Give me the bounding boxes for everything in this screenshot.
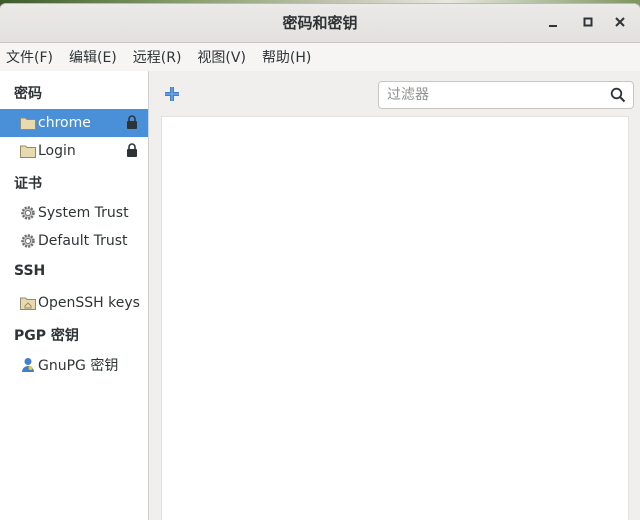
sidebar: 密码 chrome Login 证书 System Trust Default … (0, 71, 149, 520)
menu-edit[interactable]: 编辑(E) (69, 47, 117, 67)
sidebar-item-default-trust[interactable]: Default Trust (0, 227, 148, 255)
item-list[interactable] (161, 116, 629, 520)
sidebar-item-label: Login (38, 143, 76, 159)
add-button[interactable] (163, 85, 183, 105)
filter-input[interactable] (379, 82, 602, 108)
sidebar-item-login[interactable]: Login (0, 137, 148, 165)
person-key-icon (20, 357, 36, 373)
sidebar-item-label: OpenSSH keys (38, 295, 140, 311)
menubar: 文件(F) 编辑(E) 远程(R) 视图(V) 帮助(H) (0, 43, 640, 72)
lock-icon (126, 115, 138, 133)
sidebar-item-label: GnuPG 密钥 (38, 358, 119, 374)
section-header-passwords: 密码 (14, 86, 42, 102)
folder-icon (20, 115, 36, 131)
sidebar-item-system-trust[interactable]: System Trust (0, 199, 148, 227)
sidebar-item-label: System Trust (38, 205, 129, 221)
section-header-pgp-keys: PGP 密钥 (14, 328, 79, 344)
sidebar-item-chrome[interactable]: chrome (0, 109, 148, 137)
maximize-icon (583, 17, 593, 27)
minimize-icon (549, 25, 557, 27)
menu-file[interactable]: 文件(F) (6, 47, 53, 67)
folder-home-icon (20, 295, 36, 311)
close-button[interactable] (609, 13, 631, 33)
filter-box (378, 81, 634, 109)
maximize-button[interactable] (577, 13, 599, 33)
sidebar-item-label: Default Trust (38, 233, 128, 249)
menu-help[interactable]: 帮助(H) (262, 47, 311, 67)
section-header-certificates: 证书 (14, 176, 42, 192)
search-icon[interactable] (610, 87, 626, 107)
sidebar-item-gnupg-keys[interactable]: GnuPG 密钥 (0, 351, 148, 379)
lock-icon (126, 143, 138, 161)
sidebar-item-openssh-keys[interactable]: OpenSSH keys (0, 289, 148, 317)
plus-icon (165, 87, 179, 101)
close-icon (615, 17, 625, 27)
section-header-ssh: SSH (14, 263, 46, 279)
menu-view[interactable]: 视图(V) (197, 47, 246, 67)
menu-remote[interactable]: 远程(R) (133, 47, 182, 67)
minimize-button[interactable] (542, 13, 564, 33)
app-window: 密码和密钥 文件(F) 编辑(E) 远程(R) 视图(V) 帮助(H) 密码 c… (0, 4, 640, 520)
main-content (149, 71, 640, 520)
folder-icon (20, 143, 36, 159)
gear-icon (20, 205, 36, 221)
sidebar-item-label: chrome (38, 115, 91, 131)
titlebar[interactable]: 密码和密钥 (0, 4, 640, 43)
gear-icon (20, 233, 36, 249)
